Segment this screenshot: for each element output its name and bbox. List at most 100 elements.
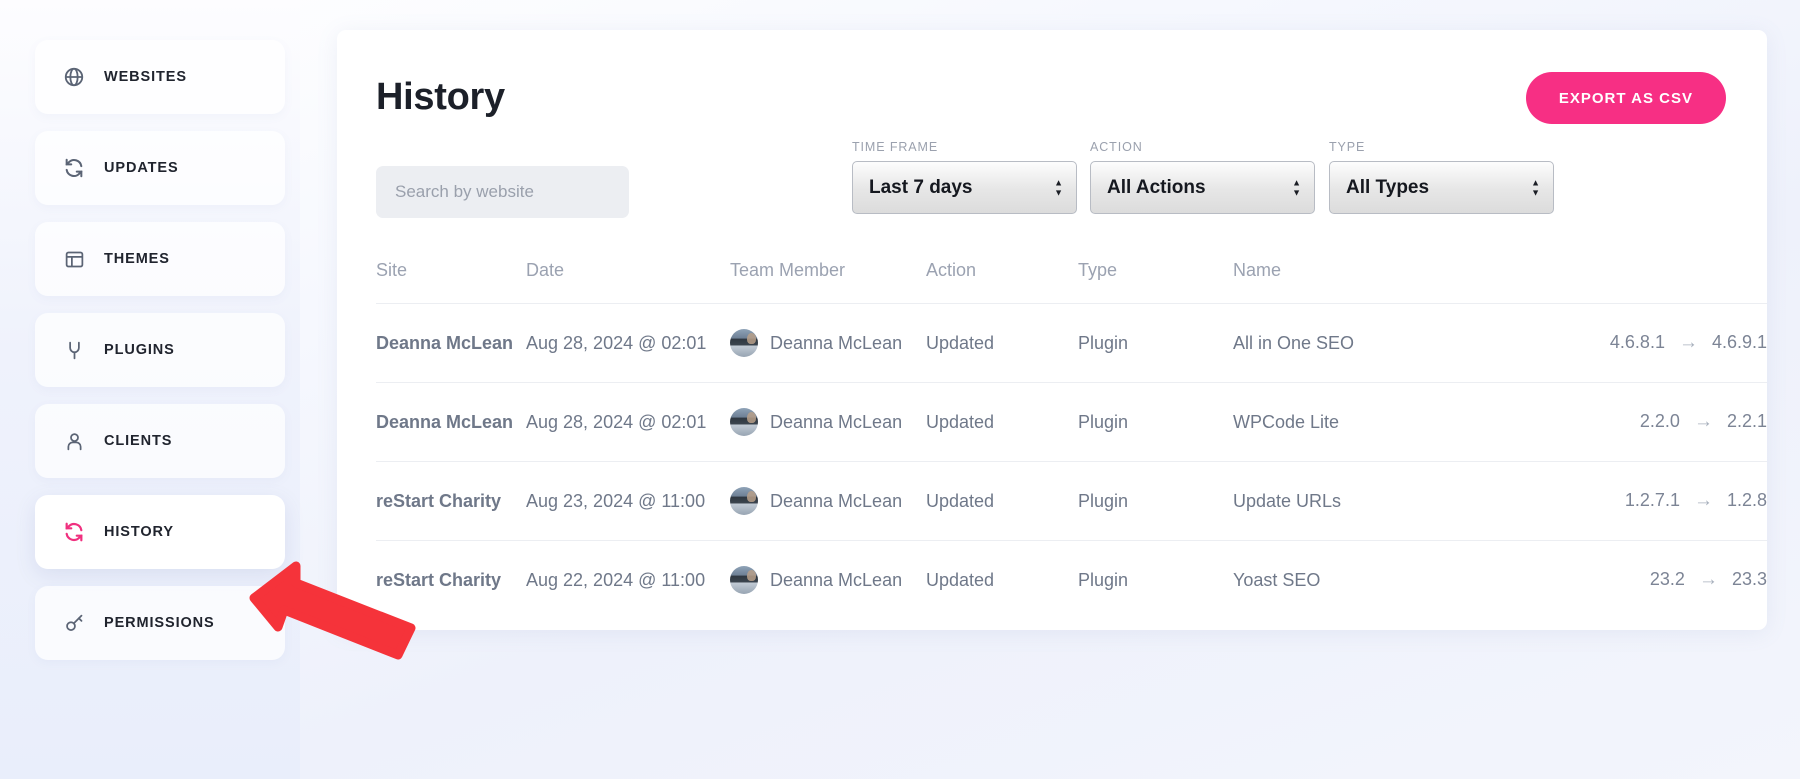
cell-date: Aug 22, 2024 @ 11:00 (526, 569, 706, 590)
filter-group-time-frame: TIME FRAME Last 7 days ▲ ▼ (852, 140, 1077, 214)
avatar (730, 566, 758, 594)
avatar (730, 487, 758, 515)
column-header-date[interactable]: Date (526, 260, 730, 304)
history-panel: History EXPORT AS CSV TIME FRAME Last 7 … (337, 30, 1767, 630)
window-icon (57, 249, 91, 270)
cell-version-change: 2.2.0 → 2.2.1 (1449, 382, 1767, 462)
table-row[interactable]: reStart Charity Aug 22, 2024 @ 11:00 Deann… (376, 541, 1767, 620)
sidebar-item-history[interactable]: HISTORY (35, 495, 285, 569)
version-from: 2.2.0 (1639, 411, 1680, 431)
avatar (730, 329, 758, 357)
column-header-version (1449, 260, 1767, 304)
cell-type: Plugin (1078, 382, 1233, 462)
key-icon (57, 613, 91, 634)
cell-action: Updated (926, 382, 1078, 462)
cell-date: Aug 23, 2024 @ 11:00 (526, 461, 730, 541)
team-member-name: Deanna McLean (770, 490, 903, 511)
sidebar-item-label: HISTORY (104, 524, 174, 540)
cell-type: Plugin (1078, 303, 1233, 383)
arrow-right-icon: → (1678, 332, 1698, 353)
type-select-wrap: All Types ▲ ▼ (1329, 161, 1554, 214)
sidebar: WEBSITES UPDATES THEMES PLUGINS CLIENTS … (0, 0, 300, 779)
cell-team-member: Deanna McLean (730, 461, 926, 541)
sidebar-item-label: UPDATES (104, 160, 179, 176)
cell-name: All in One SEO (1233, 303, 1449, 383)
arrow-right-icon: → (1693, 490, 1713, 511)
cell-site: Deanna McLean (376, 382, 526, 462)
table-row[interactable]: Deanna McLean Aug 28, 2024 @ 02:01 Deanna … (376, 303, 1767, 383)
time-frame-select[interactable]: Last 7 days (852, 161, 1077, 214)
cell-type: Plugin (1078, 461, 1233, 541)
cell-team-member: Deanna McLean (730, 382, 926, 462)
app-root: WEBSITES UPDATES THEMES PLUGINS CLIENTS … (0, 0, 1800, 779)
cell-name: WPCode Lite (1233, 382, 1449, 462)
column-header-type[interactable]: Type (1078, 260, 1233, 304)
sidebar-item-plugins[interactable]: PLUGINS (35, 313, 285, 387)
globe-icon (57, 66, 91, 88)
version-to: 2.2.1 (1726, 411, 1767, 431)
filter-label-action: ACTION (1090, 140, 1143, 154)
time-frame-select-wrap: Last 7 days ▲ ▼ (852, 161, 1077, 214)
avatar (730, 408, 758, 436)
cell-date: Aug 28, 2024 @ 02:01 (526, 303, 730, 383)
cell-type: Plugin (1078, 569, 1129, 590)
sidebar-item-websites[interactable]: WEBSITES (35, 40, 285, 114)
version-to: 23.3 (1731, 569, 1767, 589)
column-header-name[interactable]: Name (1233, 260, 1449, 304)
cell-action: Updated (926, 461, 1078, 541)
plug-icon (57, 340, 91, 361)
cell-version-change: 4.6.8.1 → 4.6.9.1 (1449, 303, 1767, 383)
version-to: 4.6.9.1 (1711, 332, 1767, 352)
sidebar-item-updates[interactable]: UPDATES (35, 131, 285, 205)
table-row[interactable]: reStart Charity Aug 23, 2024 @ 11:00 Deann… (376, 461, 1767, 541)
cell-team-member: Deanna McLean (730, 541, 926, 620)
sidebar-item-label: THEMES (104, 251, 170, 267)
version-from: 23.2 (1649, 569, 1685, 589)
sidebar-item-label: PLUGINS (104, 342, 175, 358)
cell-action: Updated (926, 569, 995, 590)
column-header-team-member[interactable]: Team Member (730, 260, 926, 304)
action-select[interactable]: All Actions (1090, 161, 1315, 214)
refresh-icon (57, 157, 91, 179)
history-table: Site Date Team Member Action Type Name D… (376, 260, 1767, 619)
cell-site: reStart Charity (376, 461, 526, 541)
team-member-name: Deanna McLean (770, 411, 903, 432)
cell-site: Deanna McLean (376, 303, 526, 383)
cell-date: Aug 28, 2024 @ 02:01 (526, 382, 730, 462)
table-row[interactable]: Deanna McLean Aug 28, 2024 @ 02:01 Deanna … (376, 382, 1767, 462)
export-as-csv-button[interactable]: EXPORT AS CSV (1525, 72, 1726, 124)
filter-label-type: TYPE (1329, 140, 1366, 154)
user-icon (57, 431, 91, 452)
team-member-name: Deanna McLean (770, 569, 903, 590)
column-header-site[interactable]: Site (376, 260, 526, 304)
sidebar-item-permissions[interactable]: PERMISSIONS (35, 586, 285, 660)
cell-site: reStart Charity (376, 569, 502, 590)
arrow-right-icon: → (1693, 411, 1713, 432)
table-header: Site Date Team Member Action Type Name (376, 260, 1767, 304)
sidebar-item-label: WEBSITES (104, 69, 187, 85)
cell-version-change: 23.2 → 23.3 (1449, 541, 1767, 620)
column-header-action[interactable]: Action (926, 260, 1078, 304)
table-header-row: Site Date Team Member Action Type Name (376, 260, 1767, 304)
version-from: 4.6.8.1 (1609, 332, 1665, 352)
cell-action: Updated (926, 303, 1078, 383)
team-member-name: Deanna McLean (770, 332, 903, 353)
cell-name: Update URLs (1233, 461, 1449, 541)
sidebar-item-themes[interactable]: THEMES (35, 222, 285, 296)
arrow-right-icon: → (1698, 569, 1718, 590)
search-input[interactable] (376, 166, 629, 218)
cell-name: Yoast SEO (1233, 569, 1321, 590)
cell-team-member: Deanna McLean (730, 303, 926, 383)
page-title: History (376, 76, 505, 118)
sidebar-item-label: CLIENTS (104, 433, 173, 449)
sidebar-item-label: PERMISSIONS (104, 615, 215, 631)
table-body: Deanna McLean Aug 28, 2024 @ 02:01 Deanna … (376, 303, 1767, 620)
version-to: 1.2.8 (1726, 490, 1767, 510)
action-select-wrap: All Actions ▲ ▼ (1090, 161, 1315, 214)
cell-version-change: 1.2.7.1 → 1.2.8 (1449, 461, 1767, 541)
refresh-icon (57, 521, 91, 543)
filter-bar: TIME FRAME Last 7 days ▲▼ ACTION All Act… (376, 140, 1728, 220)
type-select[interactable]: All Types (1329, 161, 1554, 214)
sidebar-item-clients[interactable]: CLIENTS (35, 404, 285, 478)
filter-group-type: TYPE All Types ▲ ▼ (1329, 140, 1554, 214)
